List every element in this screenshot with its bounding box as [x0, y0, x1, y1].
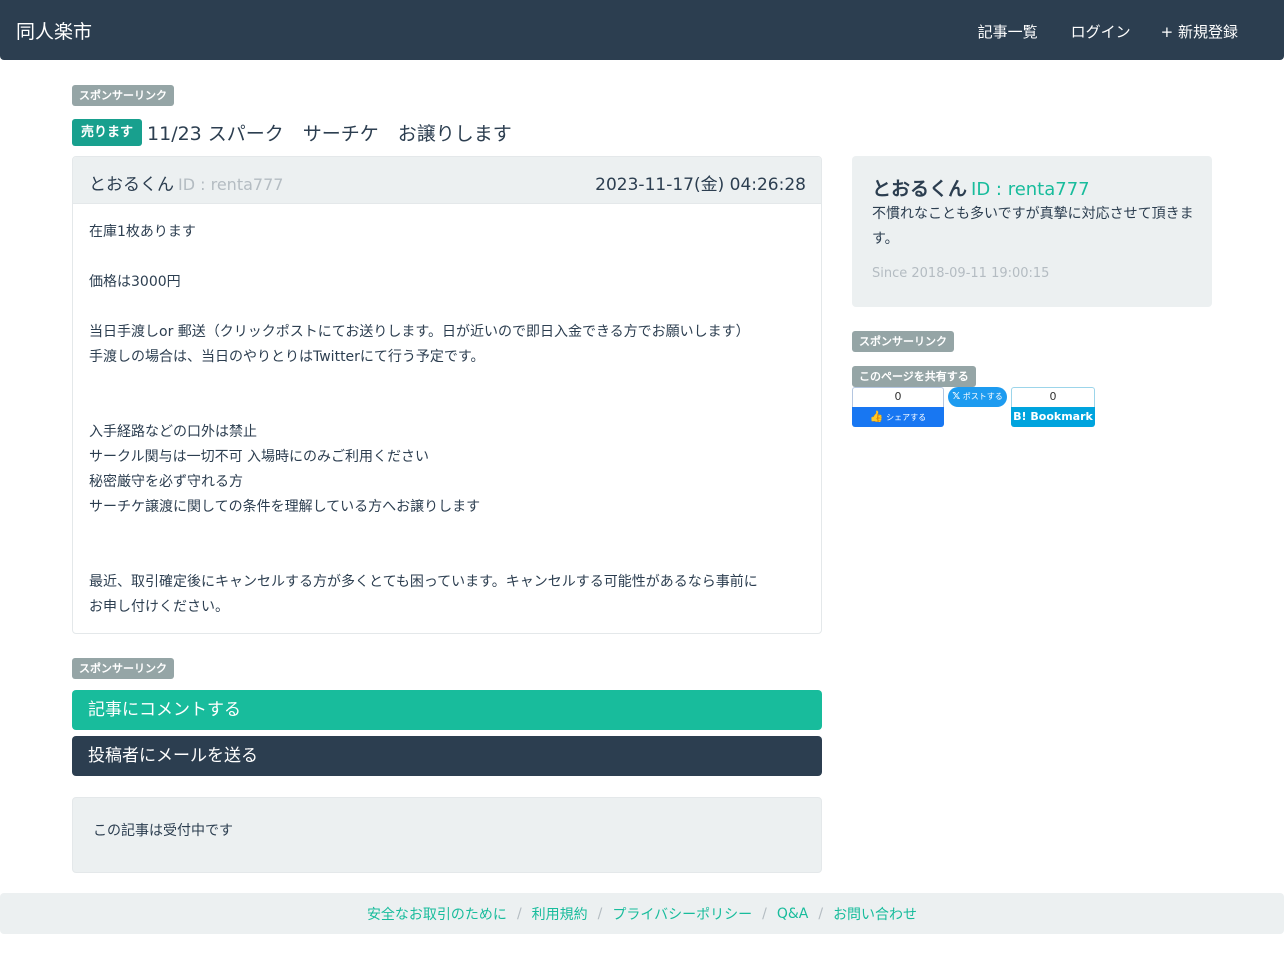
- footer-link-contact[interactable]: お問い合わせ: [833, 904, 917, 924]
- profile-since: Since 2018-09-11 19:00:15: [872, 266, 1049, 281]
- post-body-line: [89, 295, 821, 320]
- footer-link-qa[interactable]: Q&A: [777, 906, 809, 922]
- post-body: 在庫1枚あります 価格は3000円 当日手渡しor 郵送（クリックポストにてお送…: [73, 204, 821, 620]
- hatena-bookmark-label: B! Bookmark: [1011, 407, 1095, 427]
- post-body-line: 在庫1枚あります: [89, 224, 196, 240]
- nav-item-label: ログイン: [1070, 23, 1131, 41]
- nav-item-login[interactable]: ログイン: [1068, 21, 1131, 42]
- nav-item-label: 記事一覧: [977, 23, 1038, 41]
- footer-separator: /: [762, 905, 767, 922]
- mail-poster-button[interactable]: 投稿者にメールを送る: [72, 736, 822, 776]
- nav-item-articles[interactable]: 記事一覧: [975, 21, 1038, 42]
- post-body-line: 最近、取引確定後にキャンセルする方が多くとても困っています。キャンセルする可能性…: [89, 574, 758, 590]
- post-body-line: サークル関与は一切不可 入場時にのみご利用ください: [89, 449, 430, 465]
- post-body-line: 価格は3000円: [89, 274, 181, 290]
- post-body-line: お申し付けください。: [89, 599, 229, 615]
- sponsor-label: スポンサーリンク: [72, 85, 174, 106]
- footer: 安全なお取引のために / 利用規約 / プライバシーポリシー / Q&A / お…: [0, 893, 1284, 934]
- post-body-line: サーチケ譲渡に関しての条件を理解している方へお譲りします: [89, 499, 481, 515]
- hatena-bookmark-button[interactable]: 0 B! Bookmark: [1011, 387, 1095, 427]
- status-text: この記事は受付中です: [93, 823, 233, 839]
- profile-description: 不慣れなことも多いですが真摯に対応させて頂きます。: [872, 206, 1194, 247]
- profile-name-text: とおるくん: [872, 178, 968, 200]
- post-author[interactable]: とおるくん ID : renta777: [89, 170, 283, 195]
- facebook-share-text: シェアする: [886, 413, 927, 422]
- post-card-header: とおるくん ID : renta777 2023-11-17(金) 04:26:2…: [73, 157, 821, 204]
- nav-item-register[interactable]: + 新規登録: [1161, 21, 1238, 42]
- status-box: この記事は受付中です: [72, 797, 822, 873]
- navbar: 同人楽市 記事一覧 ログイン + 新規登録: [0, 0, 1284, 60]
- profile-since-text: Since 2018-09-11 19:00:15: [872, 266, 1050, 281]
- facebook-share-count: 0: [852, 387, 944, 407]
- footer-separator: /: [516, 905, 522, 922]
- post-body-line: [89, 245, 821, 270]
- profile-id: ID : renta777: [971, 179, 1090, 200]
- post-card: とおるくん ID : renta777 2023-11-17(金) 04:26:2…: [72, 156, 822, 634]
- post-title-row: 売ります 11/23 スパーク サーチケ お譲りします: [72, 119, 512, 146]
- hatena-bookmark-count: 0: [1011, 387, 1095, 407]
- author-id: ID : renta777: [178, 175, 284, 194]
- footer-separator: /: [597, 905, 603, 922]
- author-name: とおるくん: [89, 175, 174, 195]
- post-date: 2023-11-17(金) 04:26:28: [595, 170, 806, 195]
- post-body-line: [89, 545, 821, 570]
- post-body-line: [89, 370, 821, 395]
- footer-link-terms[interactable]: 利用規約: [532, 904, 588, 924]
- footer-link-privacy[interactable]: プライバシーポリシー: [612, 904, 752, 924]
- post-body-line: 入手経路などの口外は禁止: [89, 424, 257, 440]
- twitter-bird-icon: 𝕏: [952, 391, 961, 402]
- post-body-line: 手渡しの場合は、当日のやりとりはTwitterにて行う予定です。: [89, 349, 485, 365]
- sponsor-label: スポンサーリンク: [852, 331, 954, 352]
- post-body-line: [89, 395, 821, 420]
- profile-name[interactable]: とおるくん ID : renta777: [872, 174, 1090, 201]
- sponsor-label: スポンサーリンク: [72, 658, 174, 679]
- post-body-line: 秘密厳守を必ず守れる方: [89, 474, 243, 490]
- plus-icon: +: [1160, 23, 1174, 41]
- profile-card: とおるくん ID : renta777 不慣れなことも多いですが真摯に対応させて頂…: [852, 156, 1212, 307]
- footer-separator: /: [818, 905, 824, 922]
- facebook-share-label: 👍 シェアする: [852, 407, 944, 427]
- facebook-share-button[interactable]: 0 👍 シェアする: [852, 387, 944, 427]
- twitter-share-label: ポストする: [962, 392, 1003, 401]
- comment-button[interactable]: 記事にコメントする: [72, 690, 822, 730]
- site-brand[interactable]: 同人楽市: [16, 17, 92, 44]
- nav-item-label: 新規登録: [1177, 23, 1238, 41]
- post-date-text: 2023-11-17(金) 04:26:28: [595, 175, 806, 195]
- post-type-badge: 売ります: [72, 119, 143, 146]
- nav-menu: 記事一覧 ログイン + 新規登録: [975, 21, 1238, 42]
- post-body-line: 当日手渡しor 郵送（クリックポストにてお送りします。日が近いので即日入金できる…: [89, 324, 750, 340]
- footer-link-safety[interactable]: 安全なお取引のために: [367, 904, 507, 924]
- twitter-share-button[interactable]: 𝕏 ポストする: [948, 387, 1007, 407]
- post-title: 11/23 スパーク サーチケ お譲りします: [147, 123, 512, 145]
- share-label: このページを共有する: [852, 366, 976, 387]
- post-body-line: [89, 520, 821, 545]
- thumbs-up-icon: 👍: [869, 410, 884, 423]
